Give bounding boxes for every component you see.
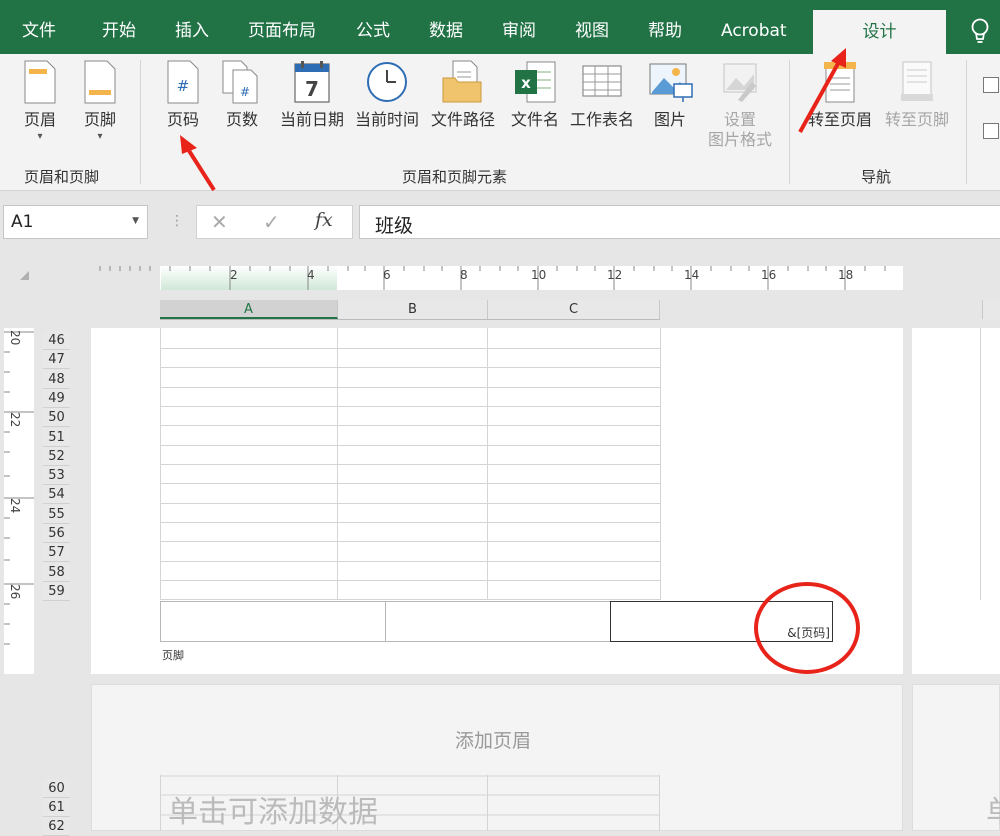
arrow-annotation-design-tab [798, 48, 846, 133]
arrow-annotation-page-number [180, 135, 216, 192]
circle-annotation-footer-code [754, 582, 860, 674]
annotation-layer [180, 48, 860, 674]
